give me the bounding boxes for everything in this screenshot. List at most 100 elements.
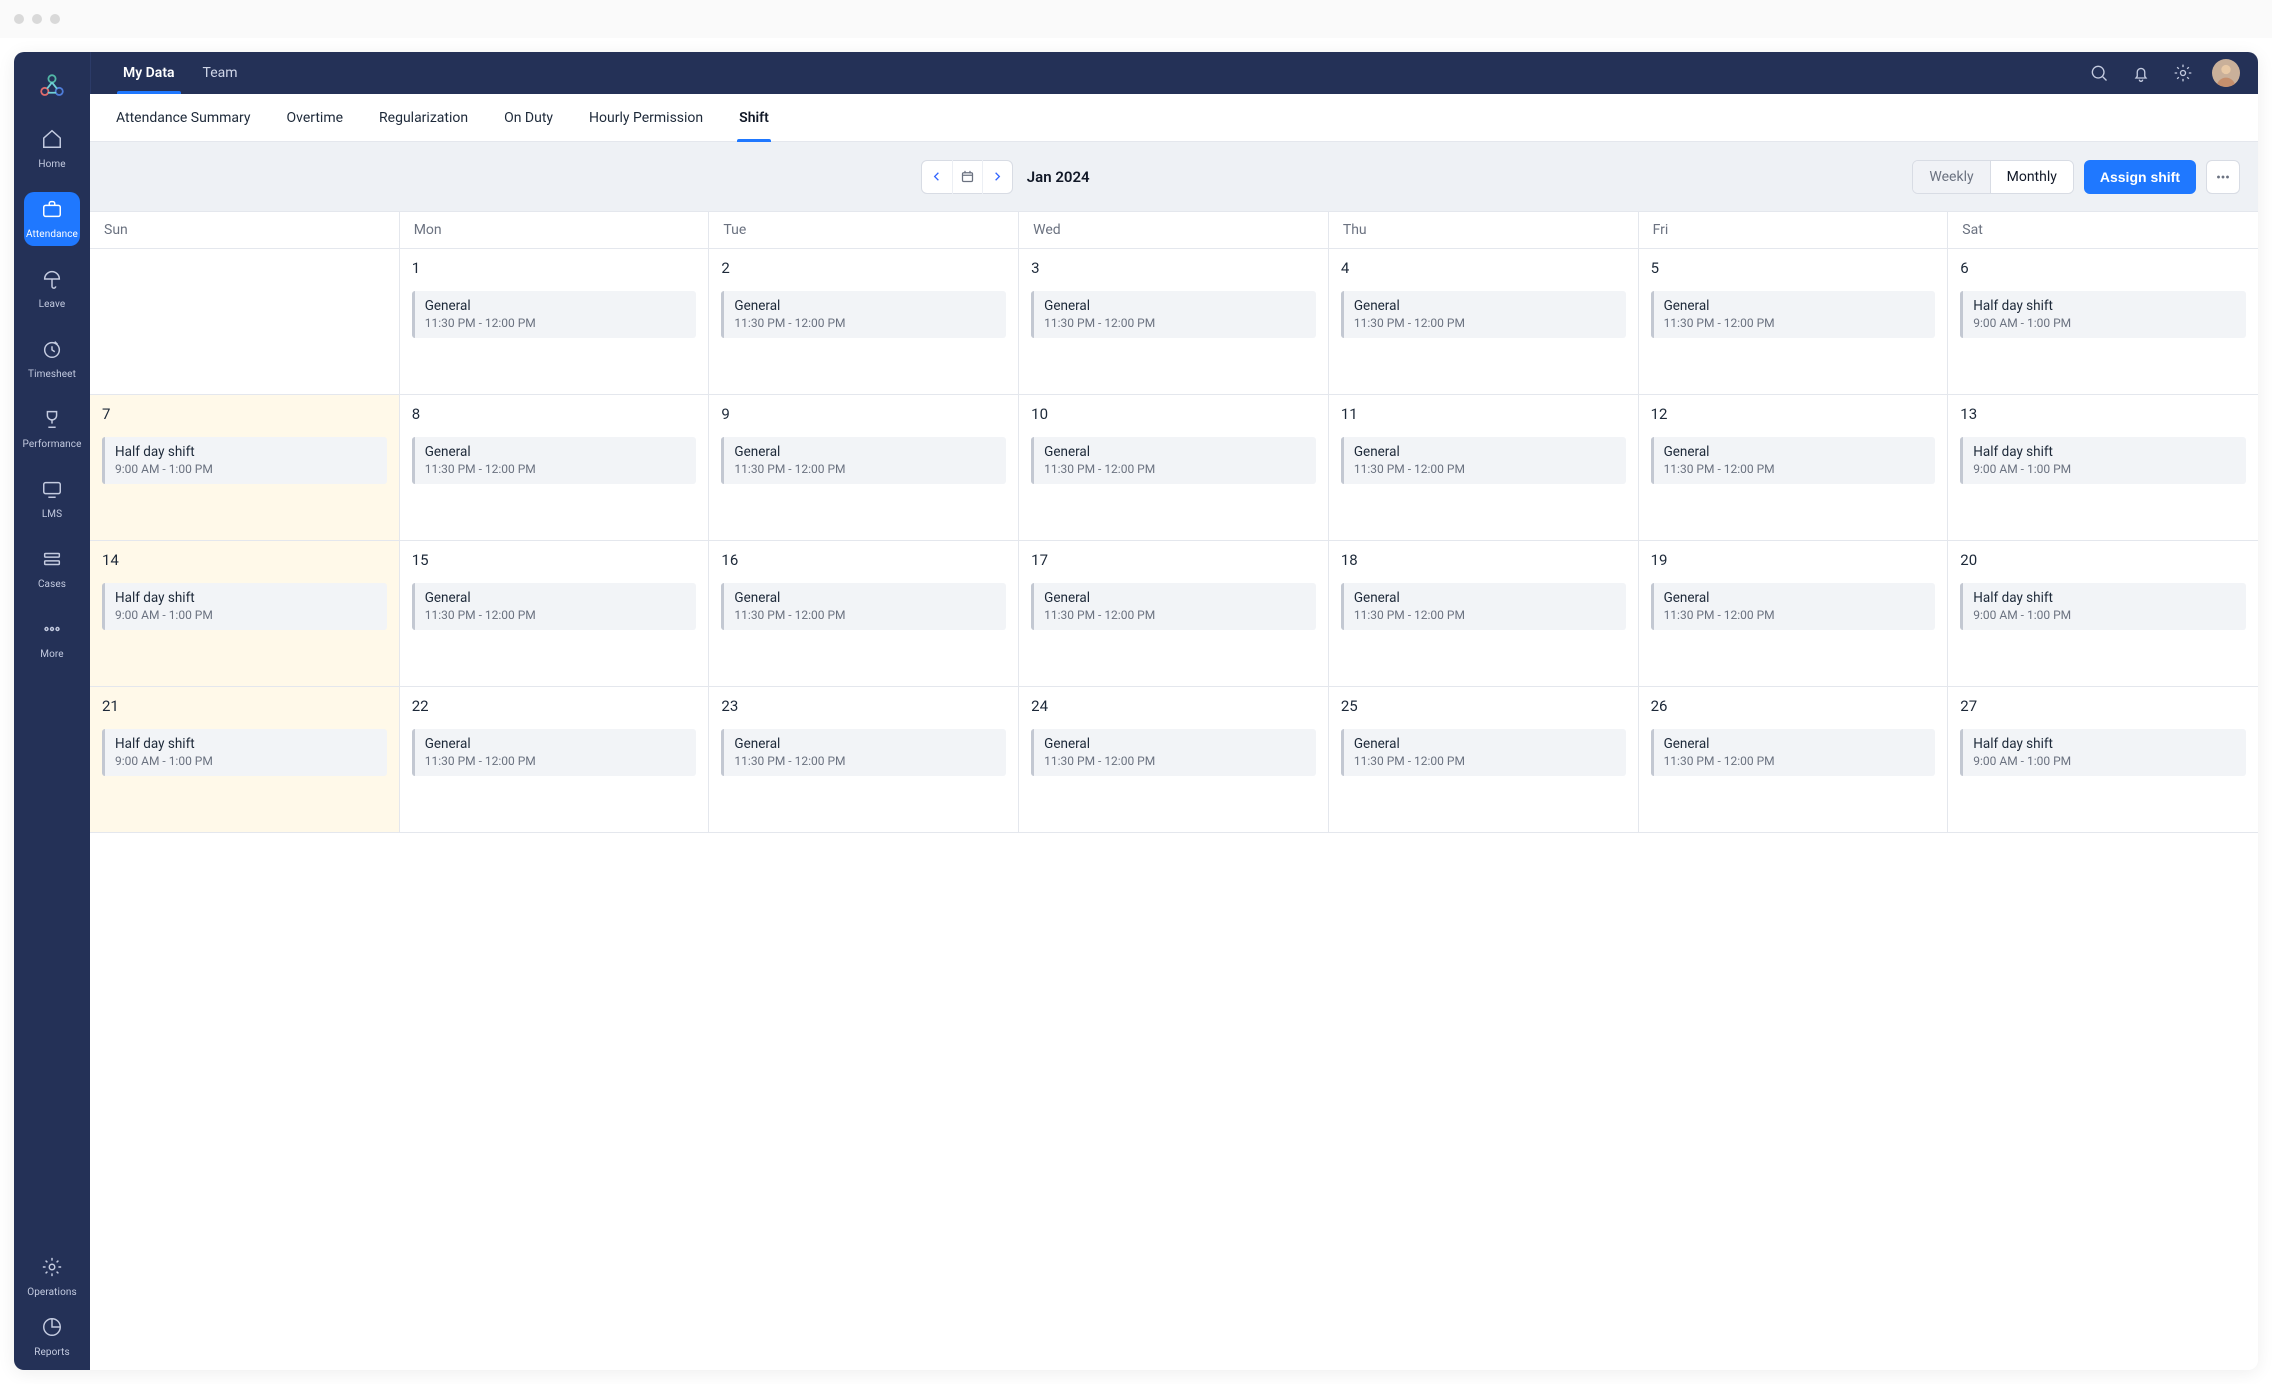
shift-chip[interactable]: General11:30 PM - 12:00 PM [1341,437,1626,484]
tab-label: Team [203,65,238,81]
day-number: 8 [412,405,697,423]
sidebar-item-performance[interactable]: Performance [24,402,80,456]
shift-chip[interactable]: General11:30 PM - 12:00 PM [1031,583,1316,630]
calendar-cell[interactable]: 15General11:30 PM - 12:00 PM [400,541,710,687]
view-toggle-weekly[interactable]: Weekly [1913,161,1989,193]
shift-chip[interactable]: General11:30 PM - 12:00 PM [1031,729,1316,776]
shift-chip[interactable]: General11:30 PM - 12:00 PM [412,291,697,338]
sidebar-item-more[interactable]: More [24,612,80,666]
sidebar-item-label: LMS [42,509,62,520]
sidebar-item-leave[interactable]: Leave [24,262,80,316]
shift-chip[interactable]: General11:30 PM - 12:00 PM [1031,437,1316,484]
shift-chip[interactable]: Half day shift9:00 AM - 1:00 PM [102,583,387,630]
shift-time: 11:30 PM - 12:00 PM [1354,754,1616,768]
calendar-cell[interactable]: 3General11:30 PM - 12:00 PM [1019,249,1329,395]
day-number: 13 [1960,405,2246,423]
avatar[interactable] [2212,59,2240,87]
bell-icon[interactable] [2130,62,2152,84]
sidebar-item-label: Performance [23,439,82,450]
calendar-cell[interactable] [90,249,400,395]
view-toggle-monthly[interactable]: Monthly [1990,161,2073,193]
sidebar-item-reports[interactable]: Reports [24,1310,80,1364]
calendar-cell[interactable]: 12General11:30 PM - 12:00 PM [1639,395,1949,541]
calendar-cell[interactable]: 8 General11:30 PM - 12:00 PM [400,395,710,541]
calendar-cell[interactable]: 22General11:30 PM - 12:00 PM [400,687,710,833]
sidebar-item-home[interactable]: Home [24,122,80,176]
subtab-on-duty[interactable]: On Duty [486,94,571,142]
shift-chip[interactable]: General11:30 PM - 12:00 PM [1341,291,1626,338]
calendar-cell[interactable]: 5General11:30 PM - 12:00 PM [1639,249,1949,395]
shift-chip[interactable]: General11:30 PM - 12:00 PM [1031,291,1316,338]
dow-label: Fri [1639,212,1949,248]
calendar-cell[interactable]: 18General11:30 PM - 12:00 PM [1329,541,1639,687]
settings-icon[interactable] [2172,62,2194,84]
shift-title: General [1044,736,1306,752]
calendar-icon[interactable] [952,160,982,194]
shift-chip[interactable]: General11:30 PM - 12:00 PM [1651,437,1936,484]
next-month-button[interactable] [982,160,1012,194]
shift-chip[interactable]: General11:30 PM - 12:00 PM [721,729,1006,776]
app-logo [34,68,70,104]
calendar-cell[interactable]: 6Half day shift9:00 AM - 1:00 PM [1948,249,2258,395]
calendar-cell[interactable]: 23General11:30 PM - 12:00 PM [709,687,1019,833]
shift-chip[interactable]: Half day shift9:00 AM - 1:00 PM [1960,583,2246,630]
sidebar-item-attendance[interactable]: Attendance [24,192,80,246]
dow-label: Thu [1329,212,1639,248]
shift-chip[interactable]: General11:30 PM - 12:00 PM [721,291,1006,338]
shift-chip[interactable]: General11:30 PM - 12:00 PM [1341,583,1626,630]
shift-chip[interactable]: Half day shift9:00 AM - 1:00 PM [1960,729,2246,776]
sidebar-item-lms[interactable]: LMS [24,472,80,526]
shift-chip[interactable]: General 11:30 PM - 12:00 PM [1341,729,1626,776]
shift-chip[interactable]: General11:30 PM - 12:00 PM [1651,729,1936,776]
sidebar-item-timesheet[interactable]: Timesheet [24,332,80,386]
calendar-cell[interactable]: 14Half day shift9:00 AM - 1:00 PM [90,541,400,687]
calendar-cell[interactable]: 1General11:30 PM - 12:00 PM [400,249,710,395]
calendar-cell[interactable]: 16General11:30 PM - 12:00 PM [709,541,1019,687]
calendar-cell[interactable]: 19General11:30 PM - 12:00 PM [1639,541,1949,687]
shift-chip[interactable]: General11:30 PM - 12:00 PM [721,583,1006,630]
calendar-cell[interactable]: 20Half day shift9:00 AM - 1:00 PM [1948,541,2258,687]
shift-chip[interactable]: General11:30 PM - 12:00 PM [412,583,697,630]
tab-my-data[interactable]: My Data [109,52,189,94]
subtab-label: Attendance Summary [116,110,251,126]
prev-month-button[interactable] [922,160,952,194]
shift-chip[interactable]: General11:30 PM - 12:00 PM [412,437,697,484]
shift-chip[interactable]: General11:30 PM - 12:00 PM [721,437,1006,484]
calendar-cell[interactable]: 24General11:30 PM - 12:00 PM [1019,687,1329,833]
shift-title: General [425,444,687,460]
assign-shift-button[interactable]: Assign shift [2084,160,2196,194]
shift-chip[interactable]: General11:30 PM - 12:00 PM [1651,583,1936,630]
calendar-cell[interactable]: 9General11:30 PM - 12:00 PM [709,395,1019,541]
subtab-attendance-summary[interactable]: Attendance Summary [98,94,269,142]
stack-icon [41,548,63,573]
calendar-cell[interactable]: 25General11:30 PM - 12:00 PM [1329,687,1639,833]
shift-title: General [1354,736,1616,752]
shift-chip[interactable]: Half day shift9:00 AM - 1:00 PM [1960,291,2246,338]
subtab-regularization[interactable]: Regularization [361,94,486,142]
shift-title: General [1044,298,1306,314]
tab-team[interactable]: Team [189,52,252,94]
calendar-cell[interactable]: 7Half day shift9:00 AM - 1:00 PM [90,395,400,541]
sidebar-item-cases[interactable]: Cases [24,542,80,596]
calendar-cell[interactable]: 4General11:30 PM - 12:00 PM [1329,249,1639,395]
calendar-cell[interactable]: 27Half day shift9:00 AM - 1:00 PM [1948,687,2258,833]
calendar-cell[interactable]: 26General11:30 PM - 12:00 PM [1639,687,1949,833]
more-actions-button[interactable] [2206,160,2240,194]
subtab-overtime[interactable]: Overtime [269,94,362,142]
shift-chip[interactable]: Half day shift9:00 AM - 1:00 PM [102,729,387,776]
calendar-cell[interactable]: 11General11:30 PM - 12:00 PM [1329,395,1639,541]
calendar-cell[interactable]: 10General11:30 PM - 12:00 PM [1019,395,1329,541]
calendar-cell[interactable]: 21Half day shift9:00 AM - 1:00 PM [90,687,400,833]
search-icon[interactable] [2088,62,2110,84]
shift-chip[interactable]: General11:30 PM - 12:00 PM [412,729,697,776]
calendar-cell[interactable]: 17General11:30 PM - 12:00 PM [1019,541,1329,687]
subtab-shift[interactable]: Shift [721,94,787,142]
shift-time: 9:00 AM - 1:00 PM [115,608,377,622]
shift-chip[interactable]: Half day shift9:00 AM - 1:00 PM [102,437,387,484]
calendar-cell[interactable]: 13 Half day shift9:00 AM - 1:00 PM [1948,395,2258,541]
calendar-cell[interactable]: 2General11:30 PM - 12:00 PM [709,249,1019,395]
shift-chip[interactable]: Half day shift9:00 AM - 1:00 PM [1960,437,2246,484]
shift-chip[interactable]: General11:30 PM - 12:00 PM [1651,291,1936,338]
sidebar-item-operations[interactable]: Operations [24,1250,80,1304]
subtab-hourly-permission[interactable]: Hourly Permission [571,94,721,142]
